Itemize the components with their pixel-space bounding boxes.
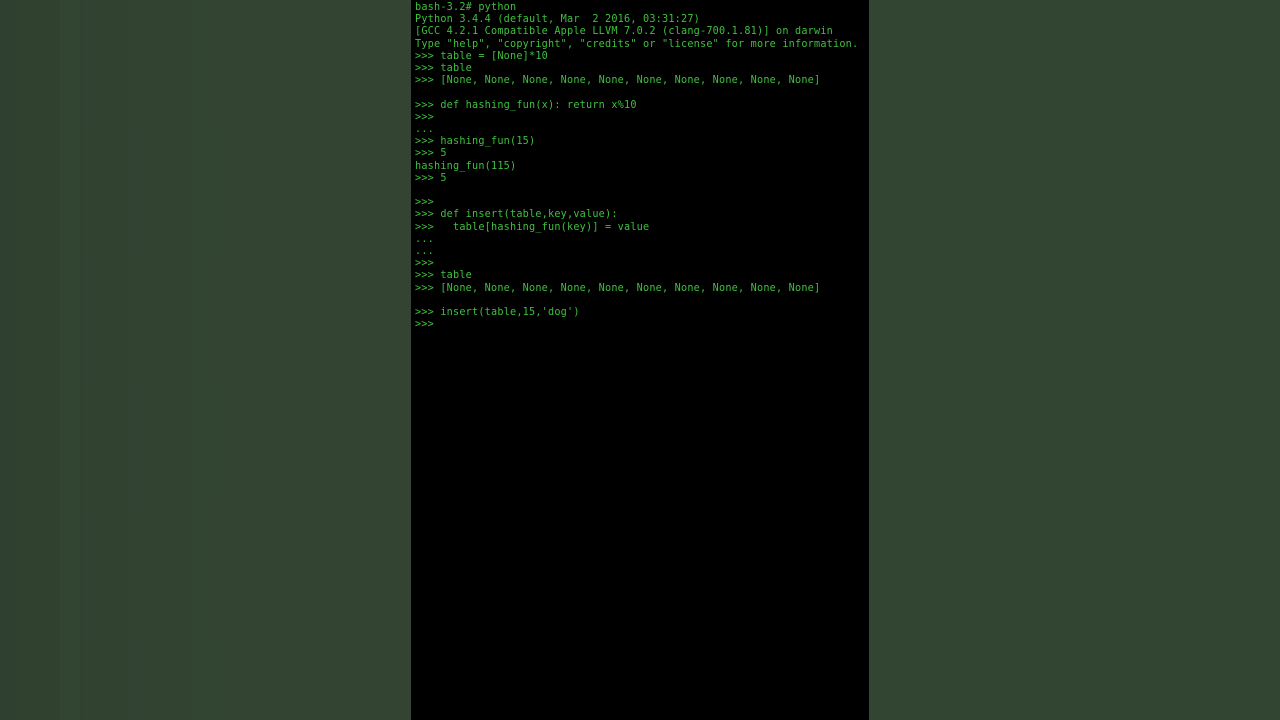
terminal-output: bash-3.2# python Python 3.4.4 (default, …: [415, 2, 865, 331]
terminal-window[interactable]: bash-3.2# python Python 3.4.4 (default, …: [411, 0, 869, 720]
background-left: [0, 0, 411, 720]
background-right: [869, 0, 1280, 720]
